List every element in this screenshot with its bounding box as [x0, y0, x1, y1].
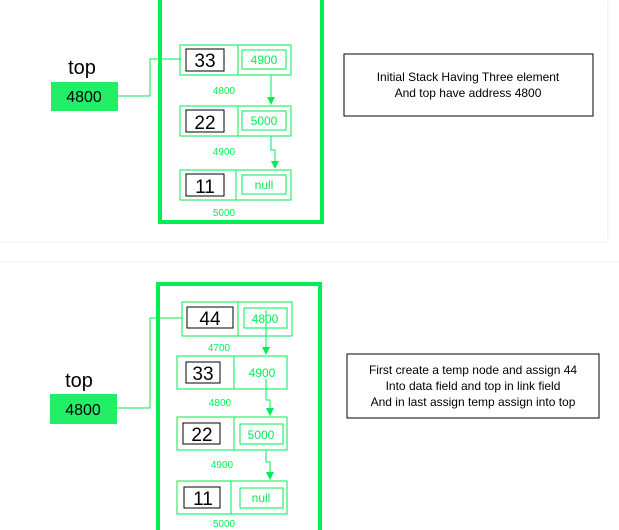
top-label-2: top — [65, 370, 93, 392]
node-address: 4900 — [211, 460, 234, 471]
node-address: 5000 — [213, 519, 236, 530]
top-connector-1 — [118, 58, 181, 97]
stack-diagram-page: top 4800 33 4900 4800 22 5000 4900 11 nu… — [0, 0, 619, 530]
node-data: 33 — [192, 364, 213, 385]
top-label-1: top — [68, 57, 96, 79]
node-data: 11 — [195, 177, 215, 198]
node-data: 33 — [194, 51, 215, 72]
node-address: 4800 — [209, 398, 232, 409]
node-link: 4800 — [252, 312, 279, 326]
top-pointer-value-2: 4800 — [65, 402, 101, 419]
top-pointer-value-1: 4800 — [66, 89, 102, 106]
caption-line: Initial Stack Having Three element — [377, 70, 560, 84]
node-data: 11 — [193, 489, 213, 510]
node-address: 4700 — [208, 343, 231, 354]
diagram-svg: top 4800 33 4900 4800 22 5000 4900 11 nu… — [50, 0, 600, 530]
link-arrow — [270, 136, 279, 169]
node-address: 4800 — [213, 86, 236, 97]
caption-line: And in last assign temp assign into top — [371, 395, 576, 409]
link-arrow — [265, 450, 274, 480]
caption-line: And top have address 4800 — [395, 86, 542, 100]
node-address: 5000 — [213, 208, 236, 219]
node-link: null — [255, 178, 274, 192]
top-connector-2 — [117, 317, 183, 409]
caption-line: First create a temp node and assign 44 — [369, 363, 577, 377]
node-data: 44 — [199, 309, 221, 330]
node-link: null — [252, 491, 271, 505]
caption-box-1 — [343, 53, 594, 117]
node-link: 4900 — [251, 53, 278, 67]
stack-container-1 — [158, 0, 324, 224]
node-link: 4900 — [249, 366, 276, 380]
node-data: 22 — [194, 113, 215, 134]
node-address: 4900 — [213, 147, 236, 158]
node-data: 22 — [191, 425, 212, 446]
node-link: 5000 — [248, 428, 275, 442]
node-link: 5000 — [251, 114, 278, 128]
link-arrow — [265, 379, 274, 416]
caption-line: Into data field and top in link field — [386, 379, 561, 393]
